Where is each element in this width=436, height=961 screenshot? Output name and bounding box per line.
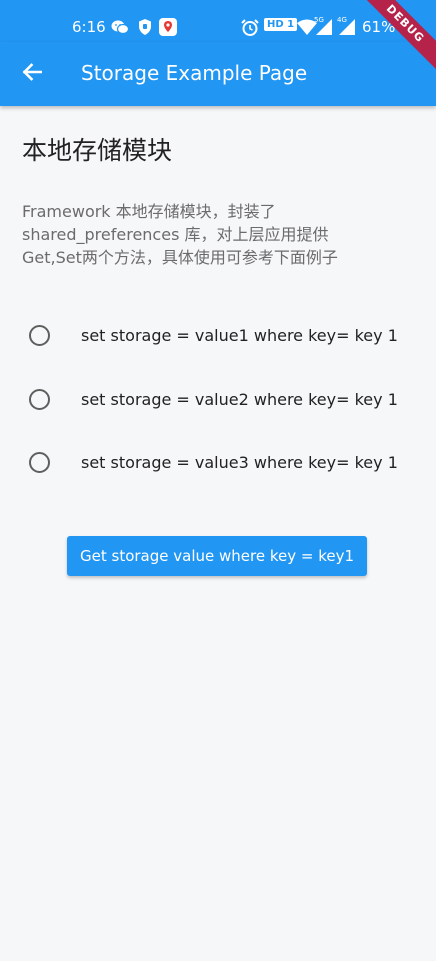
back-button[interactable]	[14, 56, 50, 92]
description-line: shared_preferences 库，对上层应用提供	[22, 225, 329, 244]
page-title: Storage Example Page	[81, 61, 308, 85]
shield-icon	[138, 19, 152, 39]
alarm-icon	[241, 19, 259, 40]
app-bar: Storage Example Page	[0, 42, 436, 106]
signal-icon	[339, 19, 355, 39]
description-line: Get,Set两个方法，具体使用可参考下面例子	[22, 248, 338, 267]
location-app-icon	[159, 18, 177, 40]
wechat-icon	[111, 19, 130, 39]
arrow-back-icon	[22, 62, 43, 86]
description-text: Framework 本地存储模块，封装了 shared_preferences …	[22, 200, 402, 269]
radio-option-value3[interactable]: set storage = value3 where key= key 1	[20, 440, 420, 484]
radio-label: set storage = value2 where key= key 1	[81, 389, 398, 409]
get-storage-button[interactable]: Get storage value where key = key1	[67, 536, 367, 576]
radio-label: set storage = value3 where key= key 1	[81, 452, 398, 472]
section-heading: 本地存储模块	[22, 136, 173, 165]
radio-label: set storage = value1 where key= key 1	[81, 325, 398, 345]
signal-icon	[316, 19, 332, 39]
status-bar: 6:16 HD 1 5G 4G 61%	[0, 0, 436, 42]
radio-button[interactable]	[29, 451, 50, 473]
description-line: Framework 本地存储模块，封装了	[22, 202, 276, 221]
radio-option-value2[interactable]: set storage = value2 where key= key 1	[20, 377, 420, 421]
radio-button[interactable]	[29, 324, 50, 346]
status-time: 6:16	[72, 18, 106, 36]
hd-badge: HD 1	[264, 18, 298, 31]
radio-button[interactable]	[29, 388, 50, 410]
radio-option-value1[interactable]: set storage = value1 where key= key 1	[20, 313, 420, 357]
